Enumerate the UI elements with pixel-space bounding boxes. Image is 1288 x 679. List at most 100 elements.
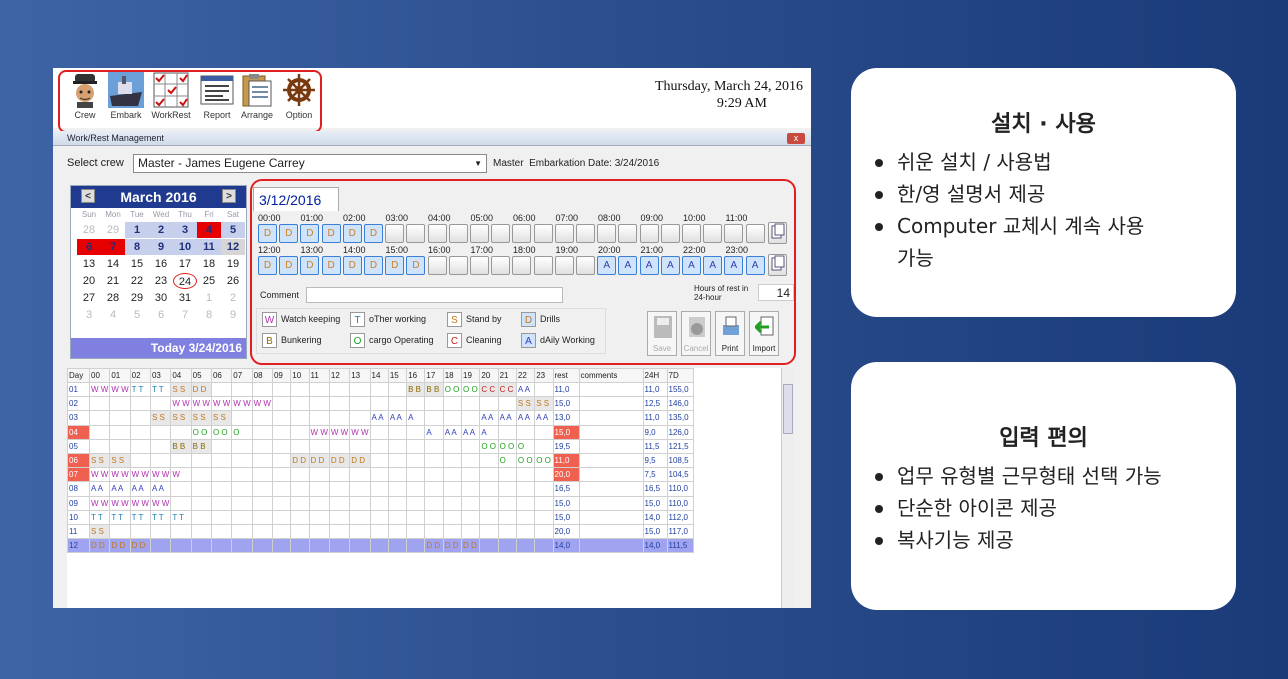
hour-cell[interactable]: O (515, 438, 536, 454)
half-hour-slot[interactable] (576, 224, 595, 243)
hour-cell[interactable] (271, 481, 292, 497)
half-hour-slot[interactable]: A (660, 256, 680, 275)
hour-cell[interactable] (387, 467, 408, 483)
calendar-day[interactable]: 22 (125, 273, 149, 289)
half-hour-slot[interactable] (406, 224, 426, 243)
workrest-button[interactable]: WorkRest (149, 72, 193, 122)
hour-cell[interactable] (251, 523, 273, 540)
calendar-day[interactable]: 23 (149, 273, 173, 289)
hour-cell[interactable] (251, 452, 273, 469)
comments-cell[interactable] (578, 481, 644, 497)
comment-input[interactable] (306, 287, 563, 303)
hour-cell[interactable]: O O (534, 452, 554, 469)
hour-cell[interactable] (231, 538, 253, 554)
hour-cell[interactable]: W W (88, 381, 111, 398)
hour-cell[interactable]: O O (479, 438, 499, 454)
day-cell[interactable]: 04 (67, 424, 90, 440)
hour-cell[interactable]: A A (149, 481, 172, 497)
hour-cell[interactable] (497, 424, 517, 440)
hour-cell[interactable] (290, 410, 310, 426)
hour-cell[interactable] (534, 467, 554, 483)
embark-button[interactable]: Embark (107, 72, 145, 122)
hour-cell[interactable] (534, 538, 554, 554)
hour-cell[interactable] (308, 481, 330, 497)
hour-cell[interactable] (479, 538, 499, 554)
hour-cell[interactable] (461, 452, 481, 469)
hour-cell[interactable]: W (170, 467, 192, 483)
hour-cell[interactable] (271, 467, 292, 483)
calendar-day[interactable]: 16 (149, 256, 173, 272)
hour-cell[interactable]: W W (109, 467, 131, 483)
hour-cell[interactable]: S S (170, 410, 192, 426)
calendar-day[interactable]: 26 (221, 273, 245, 289)
hour-cell[interactable] (149, 538, 172, 554)
half-hour-slot[interactable] (512, 224, 532, 243)
crew-button[interactable]: Crew (67, 72, 103, 122)
calendar-day[interactable]: 19 (221, 256, 245, 272)
hour-cell[interactable] (479, 509, 499, 525)
calendar-day[interactable]: 28 (101, 290, 125, 306)
hour-cell[interactable] (497, 523, 517, 540)
hour-cell[interactable]: S S (149, 410, 172, 426)
print-button[interactable]: Print (715, 311, 745, 356)
half-hour-slot[interactable]: D (279, 256, 299, 275)
hour-cell[interactable] (349, 481, 371, 497)
hour-cell[interactable]: W W (129, 495, 151, 511)
calendar-day[interactable]: 3 (77, 307, 101, 323)
hour-cell[interactable] (149, 438, 172, 454)
hour-cell[interactable] (442, 467, 463, 483)
hour-cell[interactable] (109, 424, 131, 440)
hour-cell[interactable] (88, 438, 111, 454)
table-row[interactable]: 01 W WW WT TT TS SD DB BB BO OO OC CC CA … (67, 381, 694, 398)
comments-cell[interactable] (578, 509, 644, 525)
window-close-button[interactable]: x (787, 133, 805, 144)
half-hour-slot[interactable] (448, 224, 468, 243)
half-hour-slot[interactable]: A (597, 256, 617, 275)
hour-cell[interactable]: A (406, 410, 426, 426)
day-cell[interactable]: 09 (67, 495, 90, 511)
hour-cell[interactable] (349, 509, 371, 525)
hour-cell[interactable] (251, 438, 273, 454)
hour-cell[interactable]: W W (109, 381, 131, 398)
half-hour-slot[interactable]: D (406, 256, 426, 275)
hour-cell[interactable]: T T (129, 509, 151, 525)
hour-cell[interactable] (109, 396, 131, 412)
half-hour-slot[interactable] (618, 224, 638, 243)
hour-cell[interactable] (190, 538, 212, 554)
hour-cell[interactable] (290, 481, 310, 497)
hour-cell[interactable]: B B (170, 438, 192, 454)
hour-cell[interactable] (461, 467, 481, 483)
hour-cell[interactable] (479, 481, 499, 497)
half-hour-slot[interactable]: D (342, 224, 362, 243)
hour-cell[interactable] (406, 481, 426, 497)
hour-cell[interactable] (534, 438, 554, 454)
hour-cell[interactable] (424, 509, 444, 525)
hour-cell[interactable] (534, 381, 554, 398)
hour-cell[interactable] (308, 523, 330, 540)
hour-cell[interactable]: O (231, 424, 253, 440)
hour-cell[interactable] (231, 438, 253, 454)
hour-cell[interactable]: O O (210, 424, 233, 440)
hour-cell[interactable] (170, 452, 192, 469)
hour-cell[interactable]: W W (129, 467, 151, 483)
hour-cell[interactable]: A A (129, 481, 151, 497)
calendar-next-button[interactable]: > (222, 189, 236, 203)
hour-cell[interactable]: A (479, 424, 499, 440)
hour-cell[interactable] (387, 538, 408, 554)
arrange-button[interactable]: Arrange (239, 72, 275, 122)
hour-cell[interactable] (251, 381, 273, 398)
hour-cell[interactable] (461, 410, 481, 426)
hour-cell[interactable] (479, 452, 499, 469)
hour-cell[interactable] (109, 438, 131, 454)
hour-cell[interactable]: A A (534, 410, 554, 426)
calendar-day[interactable]: 13 (77, 256, 101, 272)
hour-cell[interactable]: A A (515, 410, 536, 426)
calendar-day[interactable]: 2 (221, 290, 245, 306)
hour-cell[interactable] (231, 481, 253, 497)
hour-cell[interactable] (534, 481, 554, 497)
half-hour-slot[interactable]: A (703, 256, 723, 275)
comments-cell[interactable] (578, 452, 644, 469)
hour-cell[interactable]: W W (109, 495, 131, 511)
hour-cell[interactable] (210, 452, 233, 469)
legend-item[interactable]: AdAily Working (521, 333, 595, 348)
